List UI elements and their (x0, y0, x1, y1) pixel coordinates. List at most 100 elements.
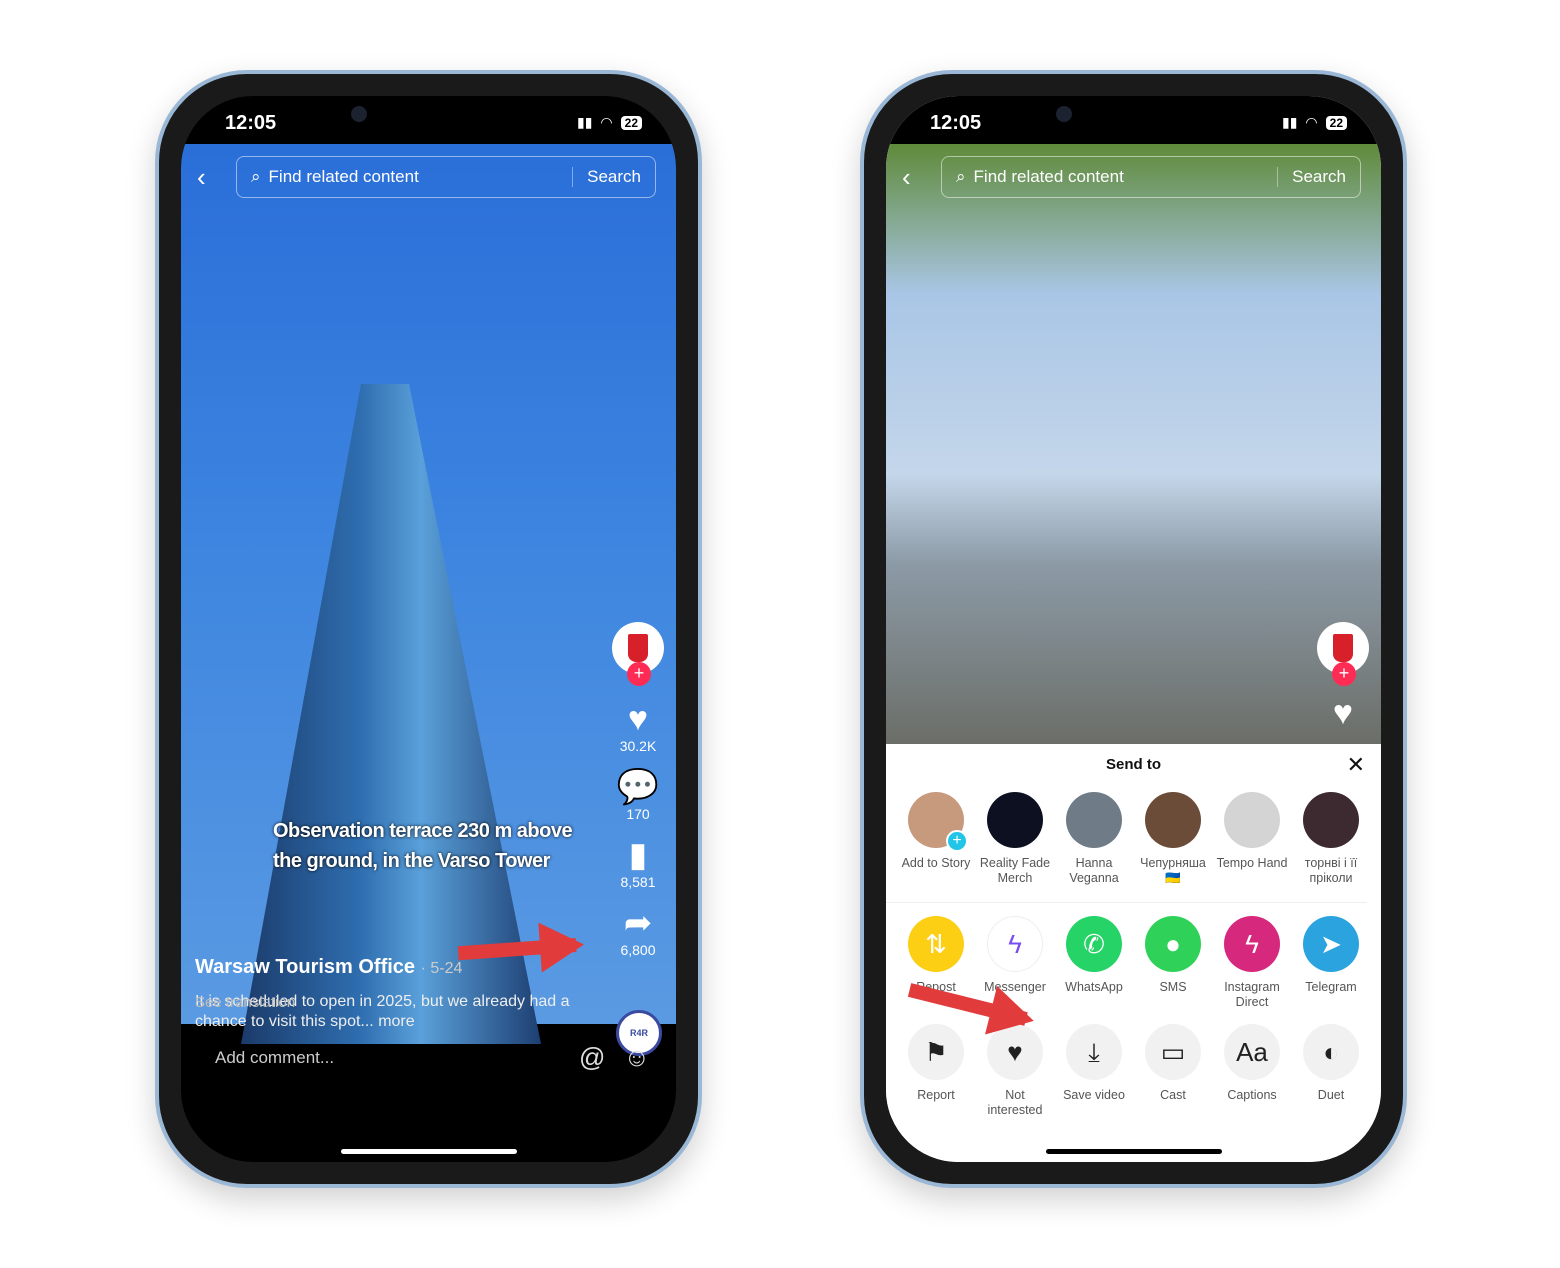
search-icon: ⌕ (956, 167, 966, 186)
action-captions[interactable]: Aa Captions (1214, 1024, 1290, 1118)
home-indicator (1045, 1149, 1222, 1154)
share-label: Instagram Direct (1224, 980, 1280, 1009)
download-icon: ⤓ (1066, 1024, 1122, 1080)
avatar (1066, 792, 1122, 848)
creator-avatar[interactable]: + (612, 622, 664, 686)
sheet-title: Send to (1106, 756, 1161, 773)
share-label: WhatsApp (1065, 980, 1123, 994)
wifi-icon: ◠ (1305, 114, 1318, 130)
cast-icon: ▭ (1145, 1024, 1201, 1080)
flag-icon: ⚑ (908, 1024, 964, 1080)
contact-name: Tempo Hand (1216, 856, 1288, 870)
see-translation-link[interactable]: See translation (195, 994, 295, 1011)
video-player[interactable]: ‹ ⌕ Find related content Search + ♥ (886, 144, 1381, 744)
contact-contact[interactable]: торнві і її пріколи (1293, 792, 1369, 886)
share-icon: ➦ (623, 904, 653, 942)
share-telegram[interactable]: ➤ Telegram (1293, 916, 1369, 1010)
close-icon[interactable]: ✕ (1347, 752, 1365, 778)
action-cast[interactable]: ▭ Cast (1135, 1024, 1211, 1118)
author-name[interactable]: Warsaw Tourism Office · 5-24 (195, 956, 462, 979)
action-label: Report (917, 1088, 955, 1102)
status-bar: 12:05 ▮▮ ◠ 22 (181, 96, 676, 144)
comment-input[interactable]: Add comment... (215, 1048, 334, 1068)
emoji-icon[interactable]: ☺ (623, 1042, 650, 1073)
mention-icon[interactable]: @ (579, 1042, 605, 1073)
camera (1056, 106, 1072, 122)
search-placeholder: Find related content (973, 167, 1124, 186)
camera (351, 106, 367, 122)
action-label: Not interested (987, 1088, 1043, 1117)
action-label: Captions (1227, 1088, 1277, 1102)
contact-add-to-story[interactable]: + Add to Story (898, 792, 974, 886)
duet-icon: ◐ (1303, 1024, 1359, 1080)
divider (886, 902, 1367, 903)
status-time: 12:05 (930, 112, 982, 134)
status-bar: 12:05 ▮▮ ◠ 22 (886, 96, 1381, 144)
search-input[interactable]: ⌕ Find related content Search (941, 156, 1361, 198)
action-label: Cast (1160, 1088, 1186, 1102)
action-duet[interactable]: ◐ Duet (1293, 1024, 1369, 1118)
search-placeholder: Find related content (268, 167, 419, 186)
status-time: 12:05 (225, 112, 277, 134)
contact-name: торнві і її пріколи (1304, 856, 1358, 885)
follow-button[interactable]: + (1332, 662, 1356, 686)
phone-right: 12:05 ▮▮ ◠ 22 ‹ ⌕ Find related content Sea… (860, 70, 1407, 1188)
signal-icon: ▮▮ (1282, 114, 1298, 130)
share-button[interactable]: ➦ 6,800 (610, 904, 666, 958)
share-instagram-direct[interactable]: ϟ Instagram Direct (1214, 916, 1290, 1010)
avatar (987, 792, 1043, 848)
avatar (1303, 792, 1359, 848)
share-sms[interactable]: ● SMS (1135, 916, 1211, 1010)
save-count: 8,581 (620, 874, 656, 890)
instagram-direct-icon: ϟ (1224, 916, 1280, 972)
heart-icon: ♥ (627, 700, 649, 738)
follow-button[interactable]: + (627, 662, 651, 686)
whatsapp-icon: ✆ (1066, 916, 1122, 972)
battery-icon: 22 (1325, 115, 1347, 130)
telegram-icon: ➤ (1303, 916, 1359, 972)
screen-video: 12:05 ▮▮ ◠ 22 ‹ ⌕ Find related content Sea… (181, 96, 676, 1162)
back-icon[interactable]: ‹ (197, 162, 206, 193)
sms-icon: ● (1145, 916, 1201, 972)
search-input[interactable]: ⌕ Find related content Search (236, 156, 656, 198)
contact-name: Чепурняша 🇺🇦 (1140, 856, 1206, 885)
contact-name: Reality Fade Merch (979, 856, 1051, 885)
contact-tempo-hand[interactable]: Tempo Hand (1214, 792, 1290, 886)
contact-hanna-veganna[interactable]: Hanna Veganna (1056, 792, 1132, 886)
action-save-video[interactable]: ⤓ Save video (1056, 1024, 1132, 1118)
home-indicator (340, 1149, 517, 1154)
contact-contact[interactable]: Чепурняша 🇺🇦 (1135, 792, 1211, 886)
captions-icon: Aa (1224, 1024, 1280, 1080)
comment-count: 170 (626, 806, 650, 822)
share-sheet: Send to ✕ + Add to Story Reality Fade Merc… (886, 744, 1381, 1162)
video-caption: Observation terrace 230 m above the groun… (273, 820, 573, 872)
save-button[interactable]: ▮ 8,581 (610, 836, 666, 890)
repost-icon: ⇅ (908, 916, 964, 972)
video-player[interactable]: ‹ ⌕ Find related content Search + ♥ 30.2K… (181, 144, 676, 1056)
creator-avatar[interactable]: + (1317, 622, 1369, 686)
signal-icon: ▮▮ (577, 114, 593, 130)
avatar: + (908, 792, 968, 852)
search-icon: ⌕ (251, 167, 261, 186)
like-button[interactable]: ♥ 30.2K (610, 700, 666, 754)
share-whatsapp[interactable]: ✆ WhatsApp (1056, 916, 1132, 1010)
add-icon: + (946, 830, 968, 852)
post-date: · 5-24 (420, 960, 463, 977)
battery-icon: 22 (620, 115, 642, 130)
heart-icon[interactable]: ♥ (1315, 694, 1371, 732)
messenger-icon: ϟ (987, 916, 1043, 972)
warsaw-crest-logo (628, 634, 648, 662)
wifi-icon: ◠ (600, 114, 613, 130)
warsaw-crest-logo (1333, 634, 1353, 662)
action-report[interactable]: ⚑ Report (898, 1024, 974, 1118)
share-count: 6,800 (620, 942, 656, 958)
action-label: Duet (1317, 1088, 1345, 1102)
action-label: Save video (1063, 1088, 1125, 1102)
back-icon[interactable]: ‹ (902, 162, 911, 193)
search-button[interactable]: Search (1277, 167, 1360, 187)
bookmark-icon: ▮ (628, 836, 648, 874)
comment-button[interactable]: 💬 170 (610, 768, 666, 822)
avatar (1145, 792, 1201, 848)
contact-reality-fade-merch[interactable]: Reality Fade Merch (977, 792, 1053, 886)
search-button[interactable]: Search (572, 167, 655, 187)
